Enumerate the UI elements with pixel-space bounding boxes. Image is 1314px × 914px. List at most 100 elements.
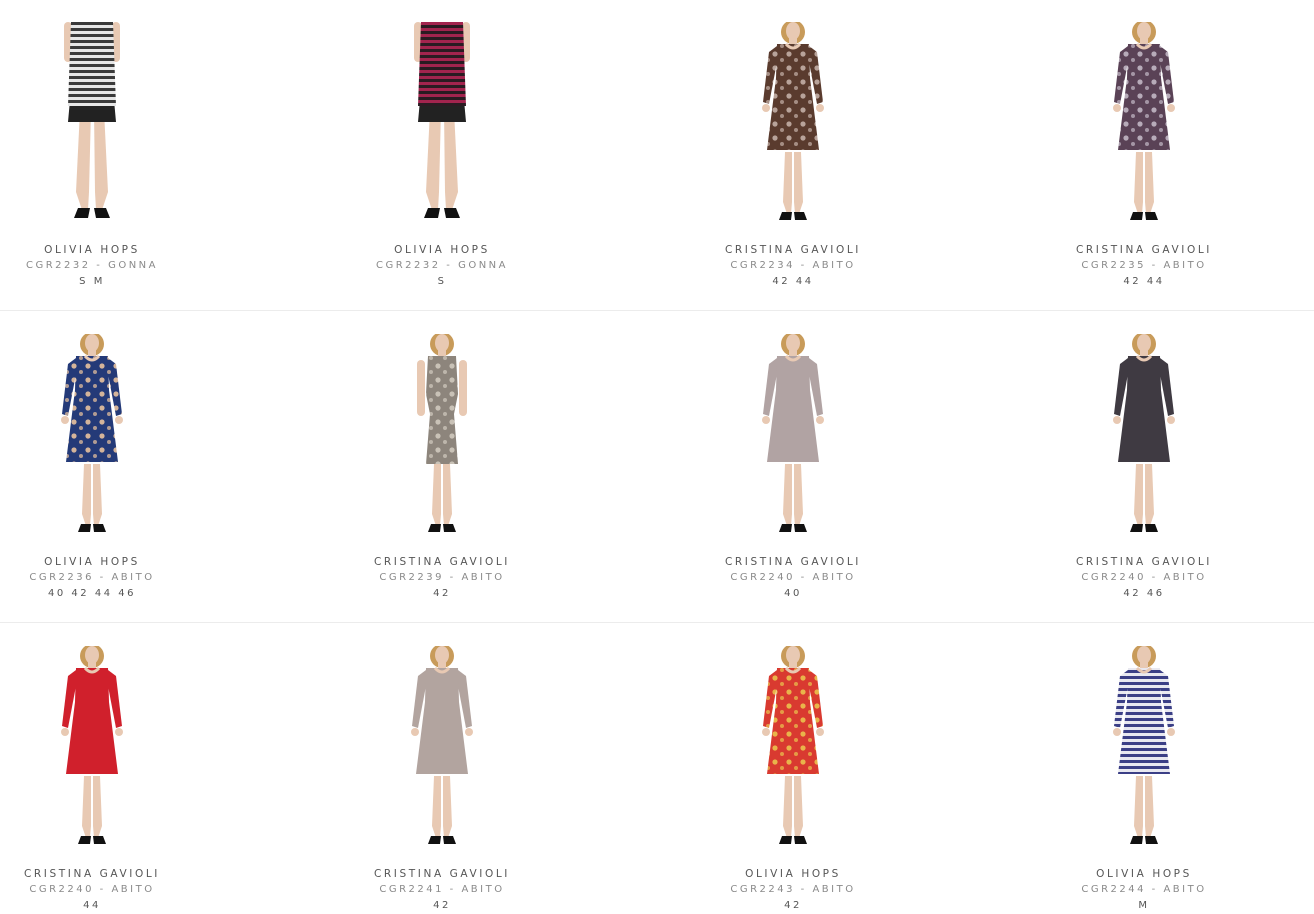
leg xyxy=(94,110,108,210)
product-listing-page: OLIVIA HOPS CGR2232 - GONNA S M OLIVIA H… xyxy=(0,0,1314,914)
product-sizes: 44 xyxy=(83,900,101,911)
product-card[interactable]: OLIVIA HOPS CGR2232 - GONNA S xyxy=(342,0,542,290)
product-brand: OLIVIA HOPS xyxy=(394,244,490,256)
product-brand: OLIVIA HOPS xyxy=(745,868,841,880)
product-card[interactable]: CRISTINA GAVIOLI CGR2235 - ABITO 42 44 xyxy=(1044,0,1244,290)
shoe xyxy=(78,836,91,844)
product-image[interactable] xyxy=(743,646,843,850)
shoe xyxy=(444,208,460,218)
product-card[interactable]: CRISTINA GAVIOLI CGR2240 - ABITO 42 46 xyxy=(1044,312,1244,602)
product-card[interactable]: CRISTINA GAVIOLI CGR2239 - ABITO 42 xyxy=(342,312,542,602)
product-card[interactable]: CRISTINA GAVIOLI CGR2240 - ABITO 44 xyxy=(0,624,192,914)
product-card[interactable]: OLIVIA HOPS CGR2243 - ABITO 42 xyxy=(693,624,893,914)
product-brand: CRISTINA GAVIOLI xyxy=(1075,244,1212,256)
product-image[interactable] xyxy=(1094,22,1194,226)
product-sizes: S xyxy=(437,276,447,287)
leg xyxy=(444,110,458,210)
product-image[interactable] xyxy=(743,22,843,226)
product-sizes: 42 44 xyxy=(772,276,814,287)
product-image[interactable] xyxy=(743,334,843,538)
shoe xyxy=(779,524,792,532)
product-code: CGR2244 - ABITO xyxy=(1081,884,1207,895)
product-image[interactable] xyxy=(42,334,142,538)
product-sizes: 40 xyxy=(784,588,802,599)
hand xyxy=(1113,104,1121,112)
product-sizes: 42 46 xyxy=(1123,588,1165,599)
hand xyxy=(762,416,770,424)
product-sizes: 42 xyxy=(784,900,802,911)
hand xyxy=(61,728,69,736)
shoe xyxy=(443,836,456,844)
product-image[interactable] xyxy=(42,22,142,226)
product-card[interactable]: OLIVIA HOPS CGR2244 - ABITO M xyxy=(1044,624,1244,914)
product-image[interactable] xyxy=(392,334,492,538)
product-row: CRISTINA GAVIOLI CGR2240 - ABITO 44 CRIS… xyxy=(0,624,1314,914)
product-code: CGR2232 - GONNA xyxy=(25,260,159,271)
product-card[interactable]: CRISTINA GAVIOLI CGR2240 - ABITO 40 xyxy=(693,312,893,602)
skirt xyxy=(68,22,116,106)
product-info: CRISTINA GAVIOLI CGR2240 - ABITO 40 xyxy=(693,554,893,602)
product-code: CGR2232 - GONNA xyxy=(375,260,509,271)
product-image[interactable] xyxy=(392,22,492,226)
product-card[interactable]: CRISTINA GAVIOLI CGR2234 - ABITO 42 44 xyxy=(693,0,893,290)
dress xyxy=(426,356,458,464)
shoe xyxy=(794,212,807,220)
product-info: CRISTINA GAVIOLI CGR2234 - ABITO 42 44 xyxy=(693,242,893,290)
product-sizes: S M xyxy=(79,276,105,287)
hand xyxy=(465,728,473,736)
product-image[interactable] xyxy=(392,646,492,850)
product-brand: CRISTINA GAVIOLI xyxy=(1075,556,1212,568)
hand xyxy=(1167,104,1175,112)
model-illustration xyxy=(762,22,824,220)
skirt xyxy=(418,22,466,106)
product-image[interactable] xyxy=(1094,334,1194,538)
shoe xyxy=(428,836,441,844)
row-divider xyxy=(0,310,1314,311)
leg xyxy=(82,464,91,526)
product-code: CGR2240 - ABITO xyxy=(730,572,856,583)
shoe xyxy=(94,208,110,218)
hand xyxy=(1167,728,1175,736)
product-code: CGR2234 - ABITO xyxy=(730,260,856,271)
product-sizes: 40 42 44 46 xyxy=(48,588,136,599)
product-card[interactable]: CRISTINA GAVIOLI CGR2241 - ABITO 42 xyxy=(342,624,542,914)
model-illustration xyxy=(1113,22,1175,220)
model-illustration xyxy=(64,22,120,218)
leg xyxy=(426,110,441,210)
leg xyxy=(443,464,452,526)
product-card[interactable]: OLIVIA HOPS CGR2232 - GONNA S M xyxy=(0,0,192,290)
hand xyxy=(816,416,824,424)
hand xyxy=(115,728,123,736)
product-info: CRISTINA GAVIOLI CGR2240 - ABITO 44 xyxy=(0,866,192,914)
leg xyxy=(1134,152,1143,214)
product-sizes: M xyxy=(1138,900,1150,911)
hand xyxy=(1167,416,1175,424)
shoe xyxy=(443,524,456,532)
model-illustration xyxy=(1113,646,1175,844)
shoe xyxy=(78,524,91,532)
model-illustration xyxy=(411,646,473,844)
hand xyxy=(762,728,770,736)
product-code: CGR2239 - ABITO xyxy=(379,572,505,583)
shoe xyxy=(93,524,106,532)
shoe xyxy=(779,836,792,844)
product-image[interactable] xyxy=(42,646,142,850)
hand xyxy=(411,728,419,736)
hand xyxy=(1113,728,1121,736)
product-info: OLIVIA HOPS CGR2243 - ABITO 42 xyxy=(693,866,893,914)
row-divider xyxy=(0,622,1314,623)
product-brand: CRISTINA GAVIOLI xyxy=(724,556,861,568)
model-illustration xyxy=(762,334,824,532)
product-card[interactable]: OLIVIA HOPS CGR2236 - ABITO 40 42 44 46 xyxy=(0,312,192,602)
shoe xyxy=(794,524,807,532)
product-info: OLIVIA HOPS CGR2232 - GONNA S xyxy=(342,242,542,290)
leg xyxy=(1134,464,1143,526)
product-image[interactable] xyxy=(1094,646,1194,850)
leg xyxy=(783,152,792,214)
shoe xyxy=(93,836,106,844)
arm xyxy=(417,360,425,416)
hand xyxy=(115,416,123,424)
model-illustration xyxy=(1113,334,1175,532)
product-brand: OLIVIA HOPS xyxy=(1096,868,1192,880)
product-code: CGR2236 - ABITO xyxy=(29,572,155,583)
